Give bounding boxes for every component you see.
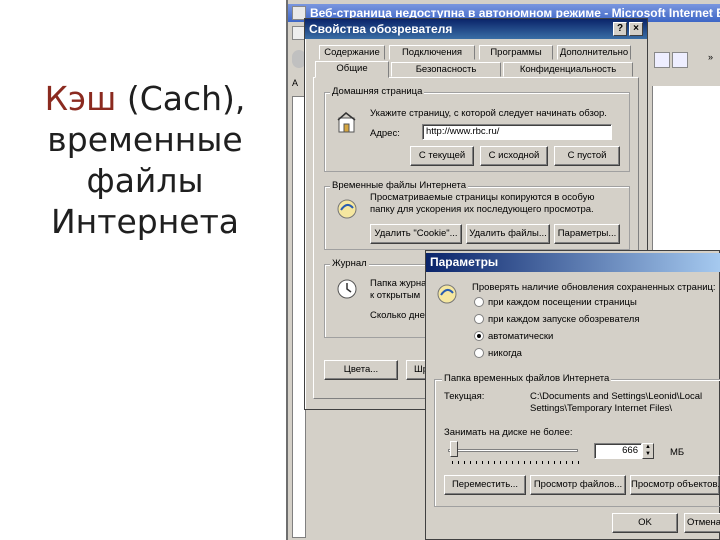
history-icon [337, 279, 357, 299]
slider-tick [524, 461, 525, 464]
props-dialog-title: Свойства обозревателя [305, 19, 647, 39]
ok-button[interactable]: OK [612, 513, 678, 533]
slider-tick [518, 461, 519, 464]
view-objects-button[interactable]: Просмотр объектов... [630, 475, 720, 495]
delete-files-button[interactable]: Удалить файлы... [466, 224, 550, 244]
radio-automatic[interactable] [474, 331, 484, 341]
temp-desc-line1: Просматриваемые страницы копируются в ос… [370, 192, 595, 203]
slider-tick [554, 461, 555, 464]
radio-every-visit[interactable] [474, 297, 484, 307]
close-button[interactable]: × [629, 22, 643, 36]
slider-tick [476, 461, 477, 464]
history-group-label: Журнал [330, 258, 369, 269]
option-never[interactable]: никогда [488, 348, 522, 359]
disk-slider-thumb[interactable] [450, 441, 459, 457]
title-line1: (Cach), [116, 79, 246, 118]
check-updates-label: Проверять наличие обновления сохраненных… [472, 282, 716, 293]
slider-tick [536, 461, 537, 464]
slider-tick [560, 461, 561, 464]
tab-connections[interactable]: Подключения [389, 45, 475, 60]
title-accent: Кэш [44, 79, 117, 118]
slider-tick [542, 461, 543, 464]
slider-tick [578, 461, 579, 464]
move-folder-button[interactable]: Переместить... [444, 475, 526, 495]
disk-space-label: Занимать на диске не более: [444, 427, 573, 438]
home-desc: Укажите страницу, с которой следует начи… [370, 108, 607, 119]
slider-tick [530, 461, 531, 464]
tab-advanced[interactable]: Дополнительно [557, 45, 631, 60]
temp-folder-group-label: Папка временных файлов Интернета [442, 373, 612, 384]
temp-files-group-label: Временные файлы Интернета [330, 180, 469, 191]
disk-size-spinner[interactable]: ▲ ▼ [642, 443, 654, 459]
slider-tick [572, 461, 573, 464]
option-automatic[interactable]: автоматически [488, 331, 553, 342]
help-button[interactable]: ? [613, 22, 627, 36]
history-desc-line2: к открытым [370, 290, 421, 301]
home-page-icon [337, 112, 356, 133]
view-files-button[interactable]: Просмотр файлов... [530, 475, 626, 495]
tab-content[interactable]: Содержание [319, 45, 385, 60]
address-label-icon: A [292, 78, 299, 88]
cancel-button[interactable]: Отмена [684, 513, 720, 533]
slider-tick [458, 461, 459, 464]
radio-never[interactable] [474, 348, 484, 358]
title-line4: Интернета [50, 202, 240, 241]
temp-files-icon [337, 199, 357, 219]
home-address-label: Адрес: [370, 128, 400, 139]
slider-tick [548, 461, 549, 464]
slider-tick [566, 461, 567, 464]
slider-tick [506, 461, 507, 464]
slider-tick [464, 461, 465, 464]
tab-privacy[interactable]: Конфиденциальность [503, 62, 633, 77]
print-icon[interactable] [672, 52, 688, 68]
slider-tick [500, 461, 501, 464]
disk-slider-track[interactable] [448, 449, 578, 452]
option-every-visit[interactable]: при каждом посещении страницы [488, 297, 637, 308]
settings-dialog-title: Параметры [426, 253, 720, 272]
home-address-input[interactable]: http://www.rbc.ru/ [422, 124, 612, 140]
slider-tick [512, 461, 513, 464]
slide-title: Кэш (Cach), временные файлы Интернета [20, 78, 270, 242]
current-folder-label: Текущая: [444, 391, 485, 402]
colors-button[interactable]: Цвета... [324, 360, 398, 380]
title-line3: файлы [86, 161, 204, 200]
use-current-button[interactable]: С текущей [410, 146, 474, 166]
mail-icon[interactable] [654, 52, 670, 68]
settings-dialog: Параметры Проверять наличие обновления с… [425, 250, 720, 540]
option-every-start[interactable]: при каждом запуске обозревателя [488, 314, 639, 325]
slider-tick [488, 461, 489, 464]
tab-general[interactable]: Общие [315, 61, 389, 78]
history-days-label: Сколько дней [370, 310, 431, 321]
temp-desc-line2: папку для ускорения их последующего прос… [370, 204, 594, 215]
tab-programs[interactable]: Программы [479, 45, 553, 60]
radio-every-start[interactable] [474, 314, 484, 324]
home-page-group-label: Домашняя страница [330, 86, 425, 97]
slider-tick [470, 461, 471, 464]
slider-tick [482, 461, 483, 464]
disk-slider-ticks [452, 461, 579, 465]
settings-ie-icon [437, 284, 457, 304]
current-folder-path-line2: Settings\Temporary Internet Files\ [530, 403, 673, 414]
disk-size-unit: МБ [670, 447, 685, 458]
use-default-button[interactable]: С исходной [480, 146, 548, 166]
slider-tick [452, 461, 453, 464]
temp-settings-button[interactable]: Параметры... [554, 224, 620, 244]
delete-cookies-button[interactable]: Удалить "Cookie"... [370, 224, 462, 244]
title-line2: временные [47, 120, 243, 159]
tab-security[interactable]: Безопасность [391, 62, 501, 77]
slider-tick [494, 461, 495, 464]
overflow-icon[interactable]: » [708, 52, 718, 66]
use-blank-button[interactable]: С пустой [554, 146, 620, 166]
disk-size-input[interactable]: 666 [594, 443, 642, 459]
current-folder-path-line1: C:\Documents and Settings\Leonid\Local [530, 391, 703, 402]
